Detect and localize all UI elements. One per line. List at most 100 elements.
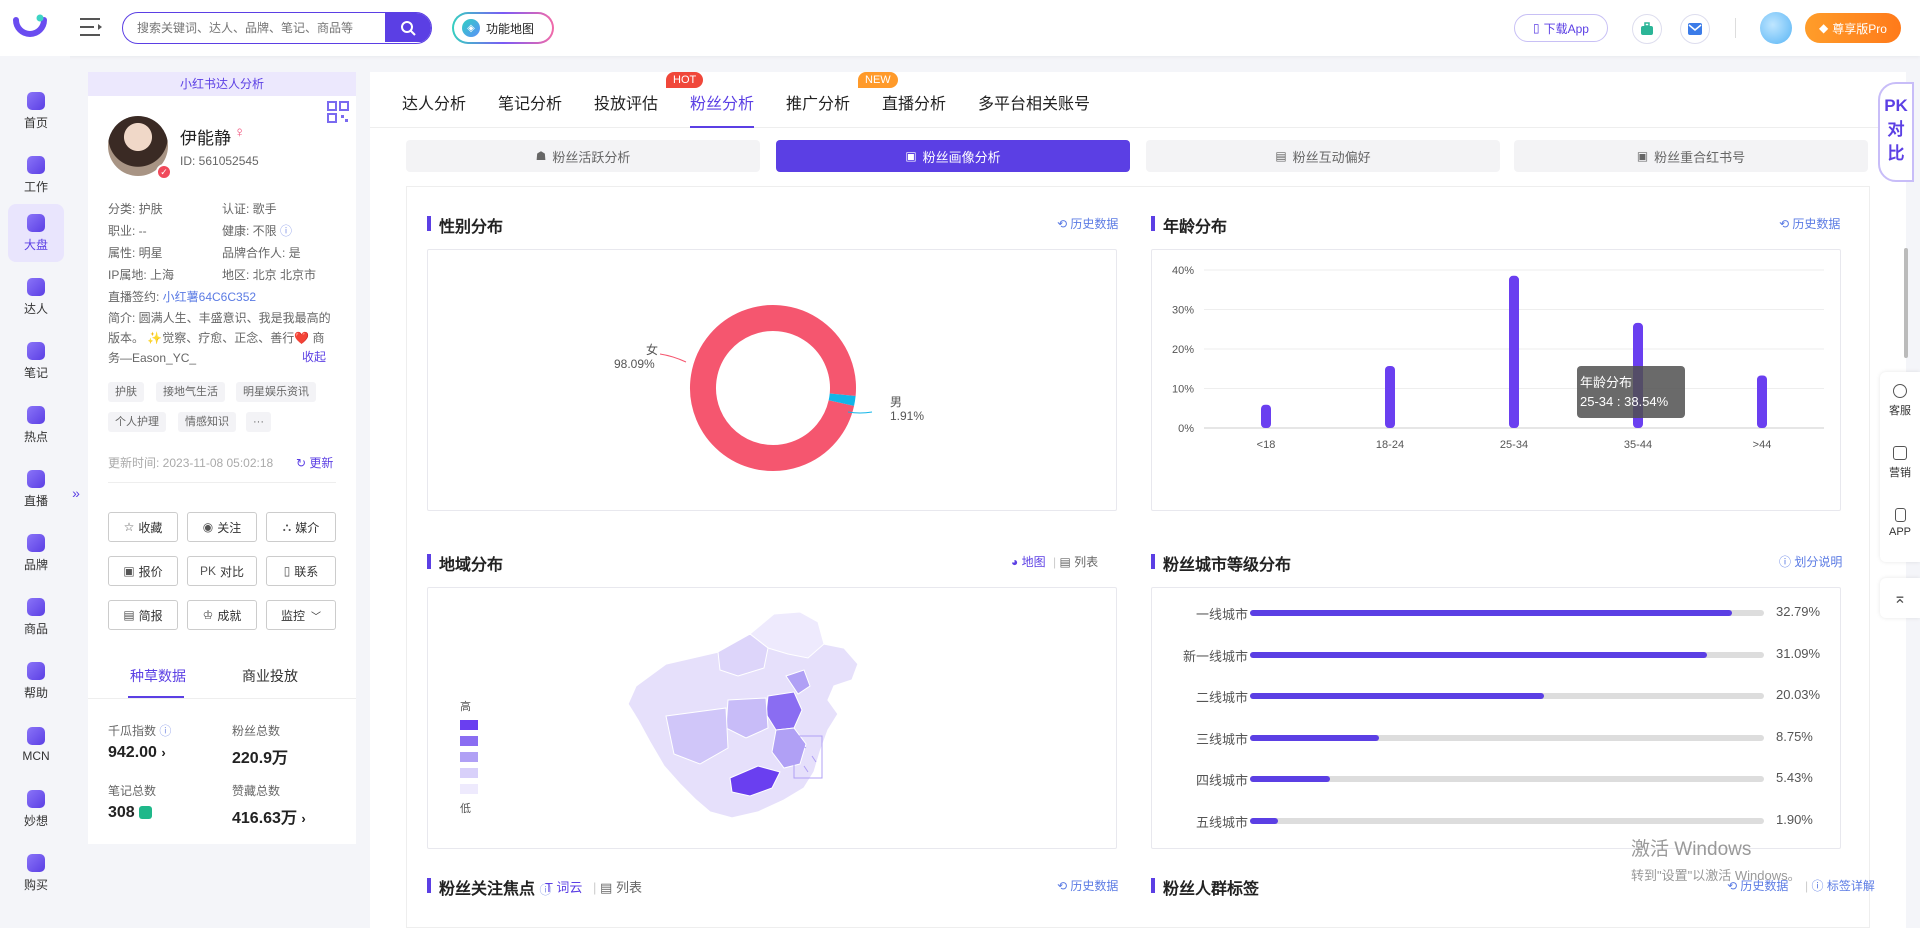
quote-button[interactable]: ▣ 报价 [108, 556, 178, 586]
tag-chip[interactable]: 情感知识 [178, 412, 236, 432]
age-bar[interactable] [1509, 275, 1519, 428]
list-view-toggle[interactable]: | ▤ 列表 [1053, 553, 1098, 570]
tab-seed-data[interactable]: 种草数据 [130, 666, 186, 686]
tab-note-analysis[interactable]: 笔记分析 [498, 90, 562, 114]
download-app-button[interactable]: ▯ 下载App [1514, 14, 1608, 42]
city-tier-bar[interactable] [1250, 817, 1278, 824]
workbench-button[interactable] [1632, 14, 1662, 44]
nav-item-help[interactable]: 帮助 [8, 652, 64, 710]
customer-service-button[interactable]: 客服 [1880, 372, 1920, 428]
female-slice[interactable] [690, 305, 856, 471]
nav-item-trending[interactable]: 热点 [8, 396, 64, 454]
tag-chip[interactable]: 接地气生活 [156, 382, 225, 402]
city-tier-row: 新一线城市 31.09% [1152, 646, 1838, 666]
marketing-button[interactable]: 营销 [1880, 434, 1920, 490]
function-map-button[interactable]: ◈ 功能地图 [452, 12, 554, 44]
achievement-button[interactable]: ♔ 成就 [187, 600, 257, 630]
tag-detail-link[interactable]: | ⓘ 标签详解 [1805, 877, 1875, 894]
city-tier-label: 一线城市 [1195, 607, 1248, 622]
wordcloud-toggle[interactable]: T 词云 [545, 877, 582, 896]
likes-total-value[interactable]: 416.63万 › [232, 804, 306, 828]
tab-live-analysis[interactable]: 直播分析 [882, 90, 946, 114]
collapse-link[interactable]: 收起 [302, 348, 326, 365]
search-box [122, 12, 432, 44]
fans-subtabs: ☗ 粉丝活跃分析 ▣ 粉丝画像分析 ▤ 粉丝互动偏好 ▣ 粉丝重合红书号 [406, 140, 1868, 174]
back-to-top-button[interactable]: ⌅ [1880, 578, 1920, 618]
focus-list-toggle[interactable]: | ▤ 列表 [593, 877, 642, 896]
nav-item-market[interactable]: 大盘 [8, 204, 64, 262]
subtab-fans-overlap[interactable]: ▣ 粉丝重合红书号 [1514, 140, 1868, 172]
pk-compare-float[interactable]: PK 对 比 [1878, 82, 1914, 182]
tag-chip[interactable]: 明星娱乐资讯 [236, 382, 316, 402]
map-view-toggle[interactable]: ◕ 地图 [1011, 553, 1046, 570]
expand-panel-icon[interactable]: » [69, 470, 83, 516]
ip-location-text: IP属地: 上海 [108, 268, 175, 282]
user-avatar[interactable] [1760, 12, 1792, 44]
favorite-button[interactable]: ☆ 收藏 [108, 512, 178, 542]
city-tier-bar[interactable] [1250, 651, 1707, 658]
age-bar[interactable] [1757, 375, 1767, 428]
follow-button[interactable]: ◉ 关注 [187, 512, 257, 542]
gender-history-link[interactable]: ⟲ 历史数据 [1057, 215, 1118, 232]
tab-fans-analysis[interactable]: 粉丝分析 [690, 90, 754, 114]
tag-chip[interactable]: 护肤 [108, 382, 144, 402]
city-tier-bar[interactable] [1250, 734, 1379, 741]
button-label: 对比 [220, 564, 245, 579]
app-logo[interactable] [12, 12, 48, 44]
tool-label: 营销 [1889, 467, 1911, 479]
city-tier-bar[interactable] [1250, 693, 1545, 699]
media-button[interactable]: ⛬ 媒介 [266, 512, 336, 542]
nav-item-mcn[interactable]: MCN [8, 716, 64, 774]
city-tier-bar[interactable] [1250, 610, 1732, 616]
app-button[interactable]: APP [1880, 496, 1920, 552]
subtab-fans-activity[interactable]: ☗ 粉丝活跃分析 [406, 140, 760, 172]
male-slice[interactable] [828, 393, 856, 406]
city-explain-link[interactable]: ⓘ 划分说明 [1779, 553, 1842, 570]
menu-toggle-icon[interactable] [80, 16, 104, 38]
compare-button[interactable]: PK 对比 [187, 556, 257, 586]
monitor-dropdown[interactable]: 监控 ﹀ [266, 600, 336, 630]
refresh-button[interactable]: ↻ 更新 [296, 454, 333, 471]
search-button[interactable] [385, 13, 431, 42]
nav-item-brand[interactable]: 品牌 [8, 524, 64, 582]
help-icon[interactable]: ⓘ [159, 724, 171, 738]
city-tier-label: 新一线城市 [1182, 648, 1248, 664]
tab-promotion-analysis[interactable]: 推广分析 [786, 90, 850, 114]
nav-label: 工作 [23, 179, 48, 194]
age-bar[interactable] [1385, 365, 1395, 428]
nav-item-home[interactable]: 首页 [8, 82, 64, 140]
more-tags-button[interactable]: ··· [246, 412, 271, 432]
nav-item-notes[interactable]: 笔记 [8, 332, 64, 390]
legend-low-label: 低 [460, 803, 471, 815]
live-contract-link[interactable]: 小红薯64C6C352 [163, 290, 256, 304]
tab-commercial[interactable]: 商业投放 [242, 666, 298, 686]
scrollbar[interactable] [1904, 248, 1908, 358]
message-button[interactable] [1680, 14, 1710, 44]
city-tier-bar[interactable] [1250, 776, 1330, 782]
tab-placement-evaluation[interactable]: 投放评估 [594, 90, 658, 114]
qrcode-icon[interactable] [326, 100, 350, 124]
x-tick-label: <18 [1257, 439, 1276, 451]
tab-influencer-analysis[interactable]: 达人分析 [402, 90, 466, 114]
nav-item-live[interactable]: 直播 [8, 460, 64, 518]
nav-item-idea[interactable]: 妙想 [8, 780, 64, 838]
nav-item-influencer[interactable]: 达人 [8, 268, 64, 326]
age-bar[interactable] [1261, 404, 1271, 428]
tab-multi-platform[interactable]: 多平台相关账号 [978, 90, 1090, 114]
nav-item-buy[interactable]: 购买 [8, 844, 64, 902]
subtab-fans-portrait[interactable]: ▣ 粉丝画像分析 [776, 140, 1130, 172]
age-history-link[interactable]: ⟲ 历史数据 [1779, 215, 1840, 232]
subtab-fans-interaction[interactable]: ▤ 粉丝互动偏好 [1146, 140, 1500, 172]
focus-history-link[interactable]: ⟲ 历史数据 [1057, 877, 1118, 894]
help-icon[interactable]: ⓘ [280, 224, 292, 238]
nav-item-goods[interactable]: 商品 [8, 588, 64, 646]
search-input[interactable] [123, 13, 385, 42]
video-icon[interactable] [139, 806, 153, 820]
contact-button[interactable]: ▯ 联系 [266, 556, 336, 586]
nav-item-work[interactable]: 工作 [8, 146, 64, 204]
tag-chip[interactable]: 个人护理 [108, 412, 166, 432]
pro-upgrade-button[interactable]: ◆ 尊享版Pro [1805, 13, 1901, 43]
brief-button[interactable]: ▤ 简报 [108, 600, 178, 630]
text-icon: T [545, 880, 553, 895]
qiangua-index-value[interactable]: 942.00 › [108, 744, 166, 762]
